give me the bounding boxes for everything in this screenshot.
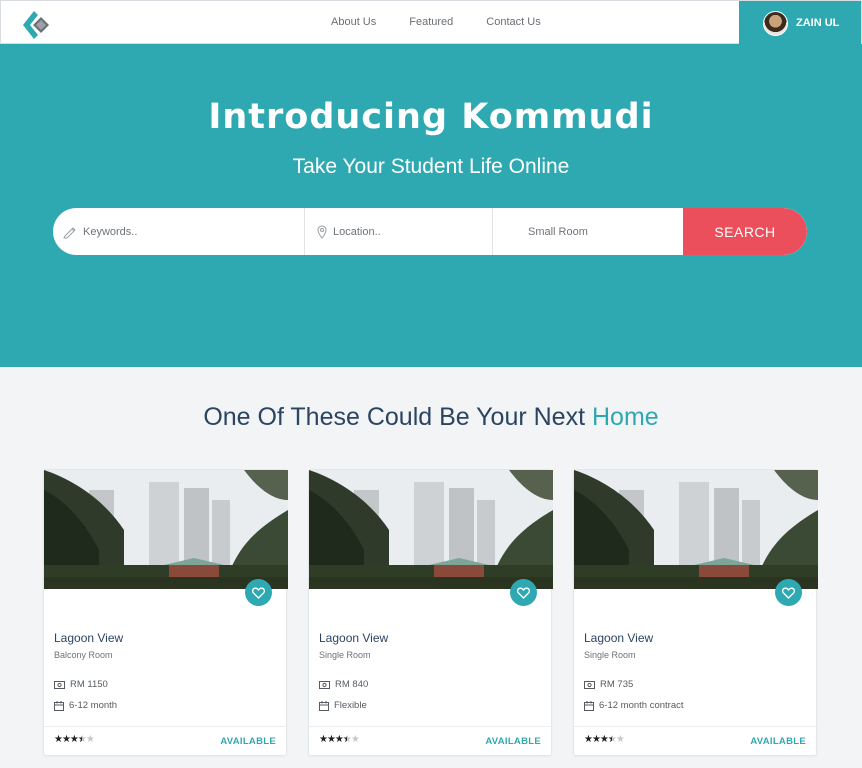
top-navbar: About Us Featured Contact Us ZAIN UL <box>0 0 862 45</box>
listing-term: 6-12 month contract <box>584 700 684 711</box>
search-bar: Keywords.. Location.. Small Room SEARCH <box>53 208 807 255</box>
hero-banner: Introducing Kommudi Take Your Student Li… <box>0 44 862 367</box>
listing-term: 6-12 month <box>54 700 117 711</box>
availability-badge: AVAILABLE <box>220 736 276 747</box>
money-icon <box>319 680 330 689</box>
availability-badge: AVAILABLE <box>485 736 541 747</box>
calendar-icon <box>584 700 594 711</box>
listing-term-value: 6-12 month <box>69 700 118 711</box>
divider <box>574 726 818 727</box>
keywords-field[interactable]: Keywords.. <box>53 208 305 255</box>
listing-room-type: Balcony Room <box>54 650 113 660</box>
listing-photo[interactable] <box>574 470 818 589</box>
section-title-prefix: One Of These Could Be Your Next <box>203 403 592 431</box>
listing-term-value: 6-12 month contract <box>599 700 684 711</box>
calendar-icon <box>54 700 64 711</box>
listing-room-type: Single Room <box>584 650 636 660</box>
listing-photo[interactable] <box>44 470 288 589</box>
heart-icon <box>517 587 530 599</box>
section-title-accent: Home <box>591 403 659 431</box>
listing-photo[interactable] <box>309 470 553 589</box>
calendar-icon <box>319 700 329 711</box>
room-type-select[interactable]: Small Room <box>493 208 683 255</box>
listing-term-value: Flexible <box>334 700 367 711</box>
listing-price-value: RM 1150 <box>70 679 108 690</box>
money-icon <box>584 680 595 689</box>
money-icon <box>54 680 65 689</box>
listing-term: Flexible <box>319 700 367 711</box>
nav-links: About Us Featured Contact Us <box>331 16 541 28</box>
user-name: ZAIN UL <box>796 17 840 29</box>
avatar[interactable] <box>763 10 788 36</box>
listing-room-type: Single Room <box>319 650 371 660</box>
pencil-icon <box>63 226 76 238</box>
star-rating: ★★★★★★ <box>584 734 625 745</box>
heart-icon <box>252 587 265 599</box>
hero-subtitle: Take Your Student Life Online <box>292 155 570 178</box>
nav-featured-link[interactable]: Featured <box>409 16 453 28</box>
heart-icon <box>782 587 795 599</box>
favorite-button[interactable] <box>245 579 272 606</box>
listing-card[interactable]: Lagoon View Single Room RM 735 6-12 mont… <box>573 469 818 756</box>
star-rating: ★★★★★★ <box>319 734 360 745</box>
availability-badge: AVAILABLE <box>750 736 806 747</box>
location-pin-icon <box>317 224 327 239</box>
divider <box>44 726 288 727</box>
favorite-button[interactable] <box>775 579 802 606</box>
room-type-value: Small Room <box>528 225 588 238</box>
listing-title[interactable]: Lagoon View <box>584 631 653 645</box>
star-rating: ★★★★★★ <box>54 734 95 745</box>
listing-title[interactable]: Lagoon View <box>54 631 123 645</box>
location-placeholder: Location.. <box>333 225 381 238</box>
section-title: One Of These Could Be Your Next Home <box>0 403 862 432</box>
listing-price-value: RM 840 <box>335 679 369 690</box>
keywords-placeholder: Keywords.. <box>83 225 138 238</box>
user-menu[interactable]: ZAIN UL <box>739 1 861 45</box>
favorite-button[interactable] <box>510 579 537 606</box>
listing-price: RM 735 <box>584 679 633 690</box>
divider <box>309 726 553 727</box>
location-field[interactable]: Location.. <box>305 208 493 255</box>
listing-price: RM 840 <box>319 679 368 690</box>
nav-about-us-link[interactable]: About Us <box>331 16 376 28</box>
search-button[interactable]: SEARCH <box>683 208 807 255</box>
nav-contact-us-link[interactable]: Contact Us <box>486 16 540 28</box>
listing-price-value: RM 735 <box>600 679 634 690</box>
hero-title: Introducing Kommudi <box>208 97 654 137</box>
listing-price: RM 1150 <box>54 679 108 690</box>
listing-title[interactable]: Lagoon View <box>319 631 388 645</box>
listing-card[interactable]: Lagoon View Balcony Room RM 1150 6-12 mo… <box>43 469 288 756</box>
kommudi-logo-icon[interactable] <box>21 9 53 41</box>
listing-card[interactable]: Lagoon View Single Room RM 840 Flexible … <box>308 469 553 756</box>
